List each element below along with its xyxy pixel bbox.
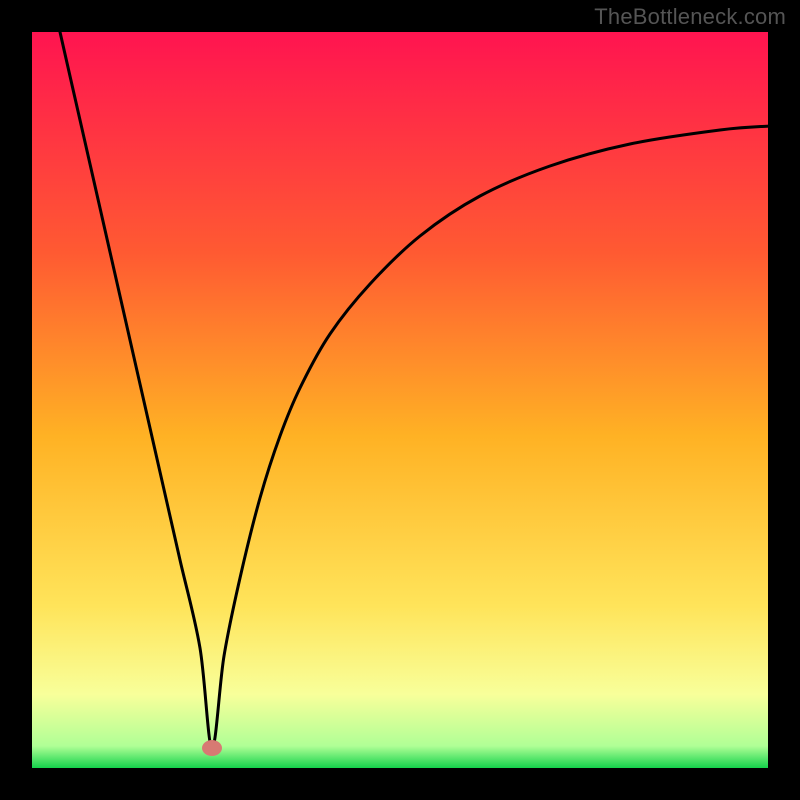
notch-marker [202,740,222,756]
chart-svg [0,0,800,800]
chart-container: TheBottleneck.com [0,0,800,800]
watermark-text: TheBottleneck.com [594,4,786,30]
